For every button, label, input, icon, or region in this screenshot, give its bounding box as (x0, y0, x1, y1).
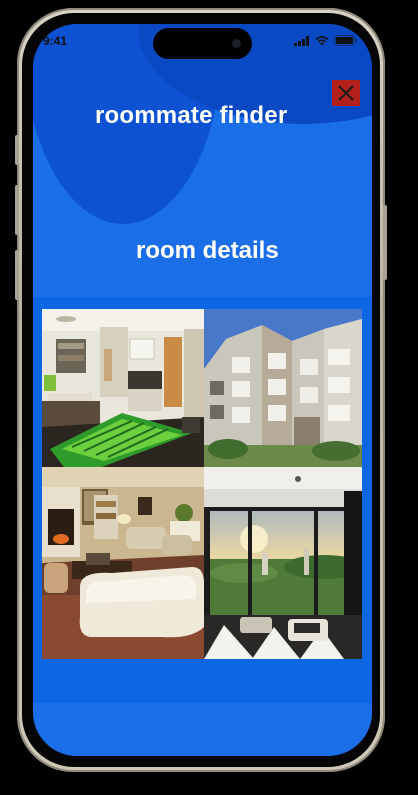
volume-down-button (15, 250, 19, 300)
volume-up-button (15, 185, 19, 235)
silent-switch (15, 135, 19, 165)
wifi-icon (315, 35, 329, 45)
battery-icon (334, 35, 357, 46)
status-time: 9:41 (43, 34, 68, 48)
power-button (383, 205, 387, 280)
room-details-heading: room details (136, 237, 279, 264)
app-screen: 9:41 roommate finder room details (33, 24, 372, 756)
close-button[interactable] (332, 80, 360, 106)
room-photo-gallery (42, 309, 362, 659)
front-camera-icon (232, 39, 241, 48)
bottom-area (33, 703, 372, 756)
app-title: roommate finder (95, 102, 288, 129)
signal-icon (294, 35, 309, 46)
status-icons (294, 35, 358, 46)
dynamic-island (153, 28, 252, 59)
city-view-lounge-photo[interactable] (204, 467, 362, 659)
close-icon (338, 85, 354, 101)
status-bar: 9:41 (33, 24, 372, 59)
studio-interior-photo[interactable] (42, 309, 204, 467)
living-room-photo[interactable] (42, 467, 204, 659)
apartment-building-photo[interactable] (204, 309, 362, 467)
